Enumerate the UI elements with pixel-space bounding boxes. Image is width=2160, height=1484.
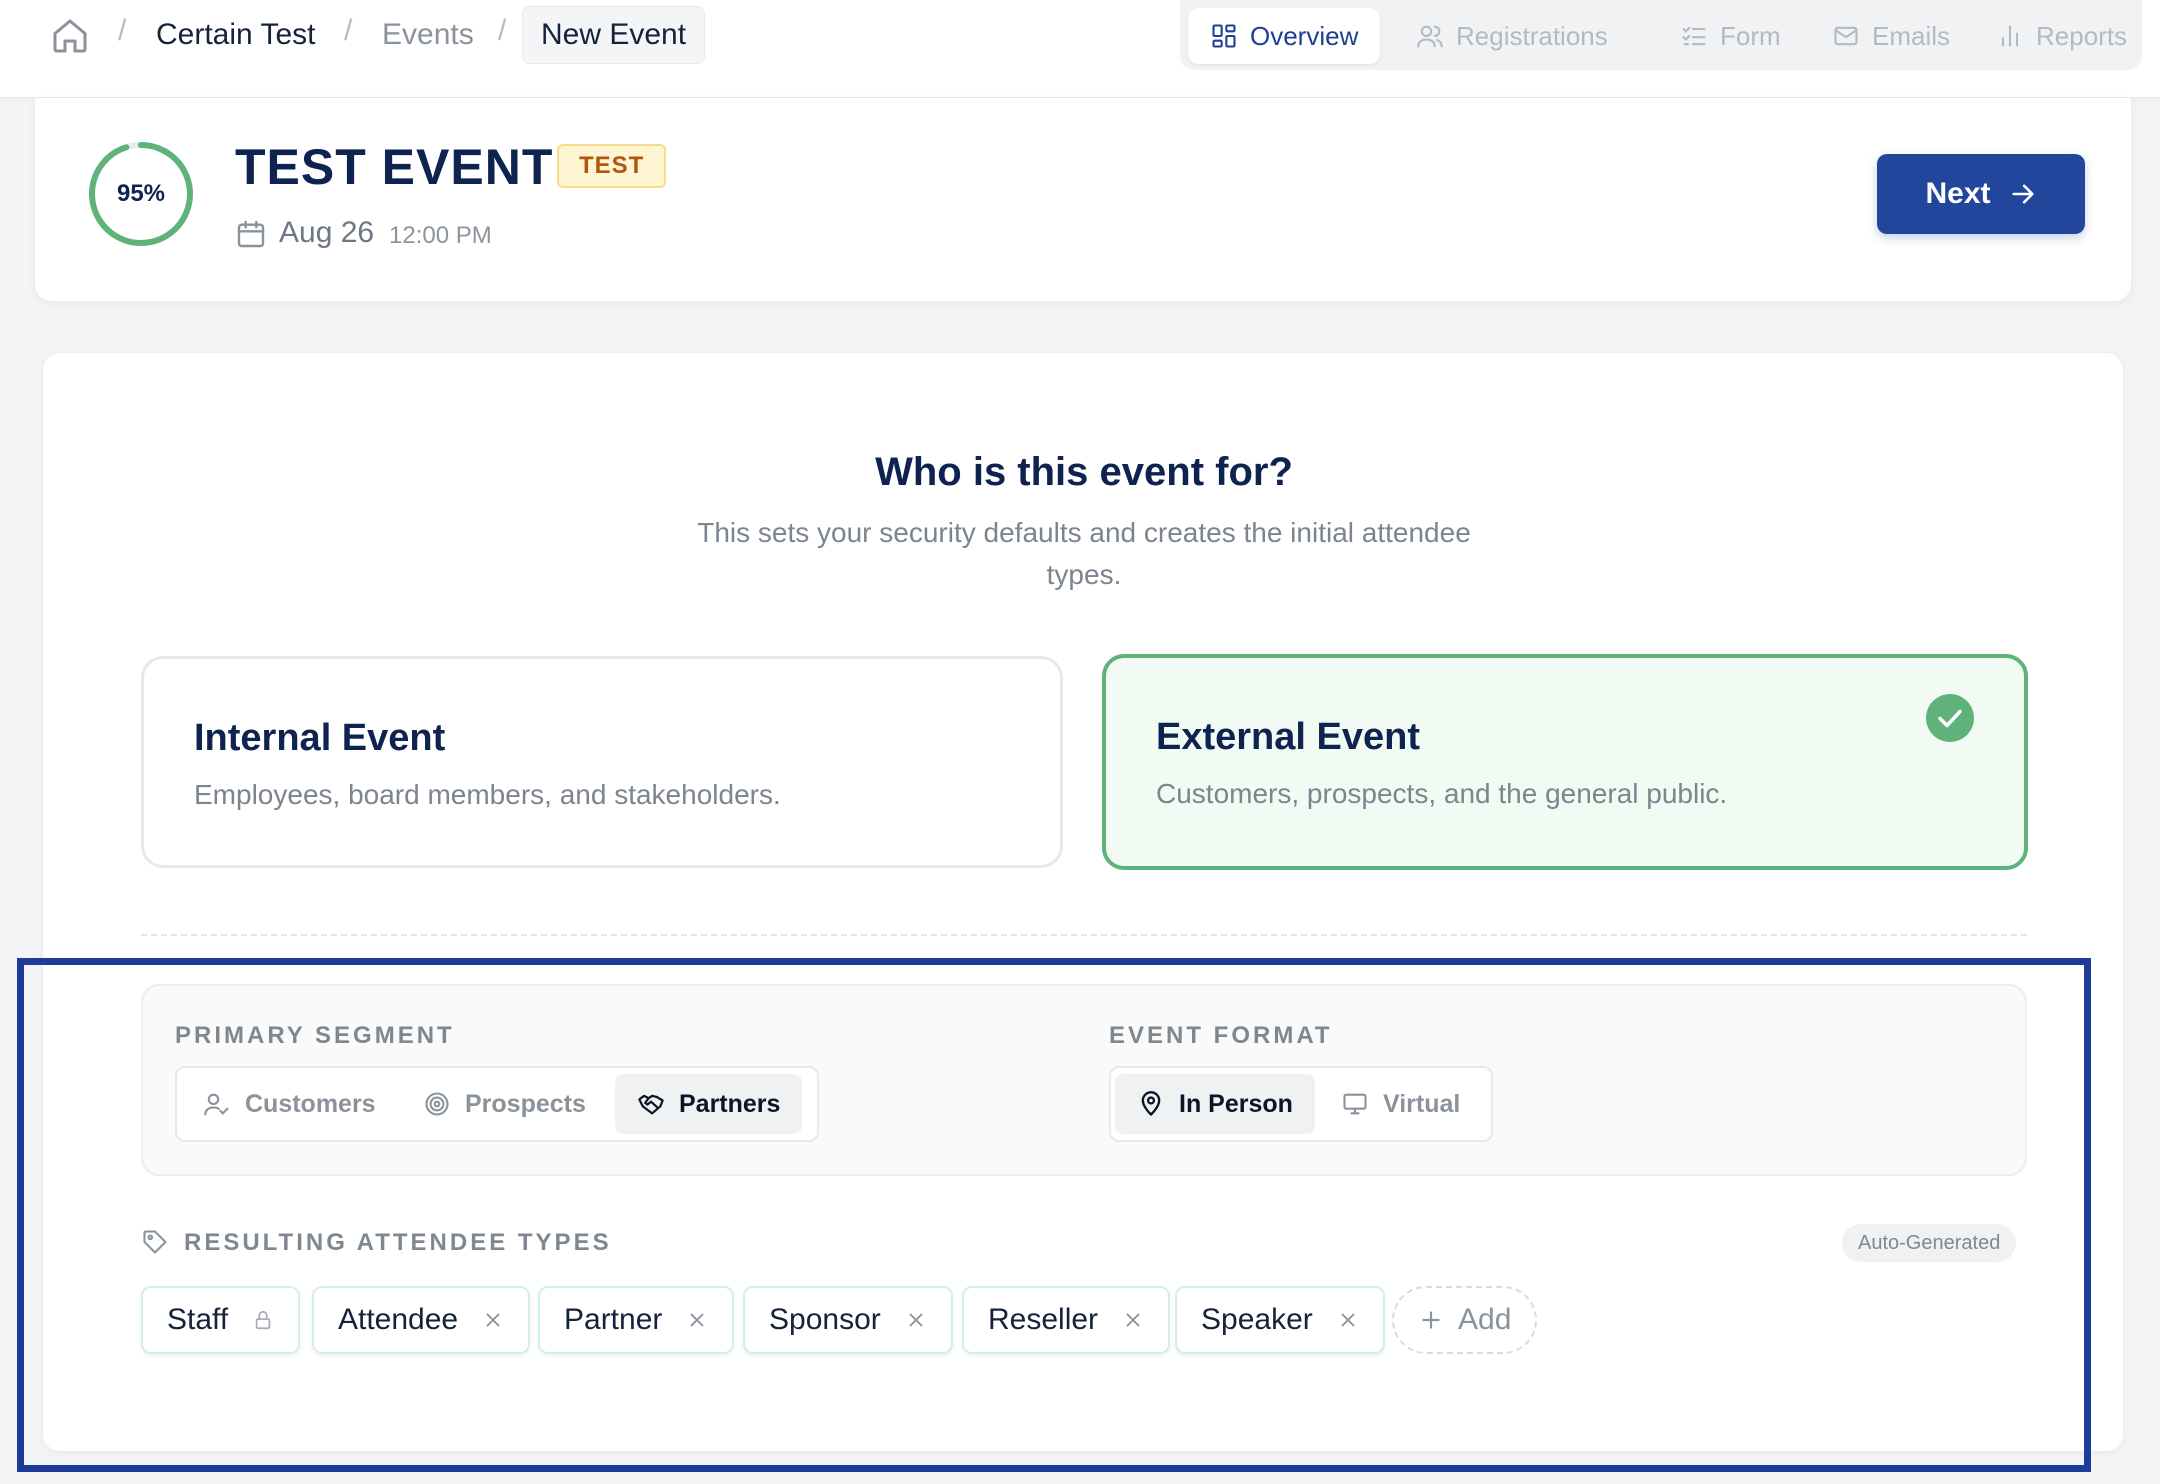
auto-generated-badge: Auto-Generated — [1842, 1224, 2017, 1262]
format-virtual[interactable]: Virtual — [1319, 1074, 1482, 1134]
option-description: Customers, prospects, and the general pu… — [1156, 778, 1728, 809]
next-button-label: Next — [1925, 177, 1991, 210]
users-icon — [1417, 25, 1443, 48]
arrow-right-icon — [2011, 184, 2034, 204]
attendee-type-chip: Partner — [538, 1286, 735, 1354]
breadcrumb-separator: / — [118, 14, 127, 47]
tab-label: Reports — [2036, 20, 2128, 51]
add-label: Add — [1458, 1303, 1512, 1336]
audience-subtitle: This sets your security defaults and cre… — [697, 517, 1471, 590]
event-date: Aug 26 — [279, 216, 375, 249]
internal-event-option[interactable]: Internal Event Employees, board members,… — [141, 656, 1063, 868]
lock-icon — [255, 1310, 271, 1330]
segment-label: Partners — [679, 1089, 781, 1118]
breadcrumb-certain-test[interactable]: Certain Test — [156, 18, 316, 52]
checklist-icon — [1682, 26, 1706, 46]
segment-prospects[interactable]: Prospects — [401, 1074, 608, 1134]
section-divider — [141, 934, 2027, 936]
format-in-person[interactable]: In Person — [1115, 1074, 1315, 1134]
tab-overview[interactable]: Overview — [1188, 8, 1381, 64]
monitor-icon — [1343, 1093, 1367, 1115]
chip-label: Attendee — [338, 1303, 459, 1336]
home-icon[interactable] — [50, 16, 90, 56]
chip-label: Speaker — [1201, 1303, 1313, 1336]
section-tabs: Overview Registrations Form Emails Repor… — [1180, 0, 2142, 70]
audience-question: Who is this event for? — [875, 450, 1293, 494]
mail-icon — [1834, 26, 1858, 46]
target-icon — [425, 1092, 449, 1116]
close-icon[interactable] — [1337, 1309, 1359, 1331]
primary-segment-label: PRIMARY SEGMENT — [175, 1022, 455, 1049]
attendee-type-chip: Reseller — [962, 1286, 1171, 1354]
grid-icon — [1212, 24, 1236, 48]
top-bar: / Certain Test / Events / New Event Over… — [0, 0, 2160, 98]
tab-label: Form — [1720, 20, 1781, 51]
attendee-type-chip: Staff — [141, 1286, 301, 1354]
event-title: TEST EVENT — [235, 139, 554, 195]
tab-emails[interactable]: Emails — [1810, 8, 1972, 64]
attendee-type-chip: Attendee — [312, 1286, 531, 1354]
external-event-option[interactable]: External Event Customers, prospects, and… — [1102, 654, 2028, 870]
close-icon[interactable] — [1122, 1309, 1144, 1331]
map-pin-icon — [1141, 1091, 1161, 1116]
resulting-attendee-types-label: RESULTING ATTENDEE TYPES — [184, 1229, 612, 1256]
chip-label: Partner — [564, 1303, 663, 1336]
next-button[interactable]: Next — [1877, 154, 2085, 234]
primary-segment-control: Customers Prospects Partners — [175, 1066, 819, 1142]
attendee-type-chip: Sponsor — [743, 1286, 953, 1354]
event-header-card: 95% TEST EVENT TEST Aug 26 12:00 PM Next — [34, 98, 2132, 302]
close-icon[interactable] — [482, 1309, 504, 1331]
tag-icon — [143, 1230, 167, 1254]
event-format-control: In Person Virtual — [1109, 1066, 1493, 1142]
bar-chart-icon — [2001, 25, 2019, 47]
format-label: In Person — [1179, 1089, 1293, 1118]
tab-label: Overview — [1250, 20, 1359, 51]
option-title: External Event — [1156, 716, 1420, 758]
tab-reports[interactable]: Reports — [1974, 8, 2149, 64]
user-check-icon — [204, 1093, 229, 1116]
breadcrumb-separator: / — [344, 14, 353, 47]
check-circle-icon — [1926, 694, 1974, 742]
segment-format-panel: PRIMARY SEGMENT Customers Prospects Part… — [141, 984, 2027, 1176]
breadcrumb-new-event[interactable]: New Event — [522, 6, 706, 64]
event-format-label: EVENT FORMAT — [1109, 1022, 1333, 1049]
close-icon[interactable] — [905, 1309, 927, 1331]
chip-label: Staff — [167, 1303, 229, 1336]
option-title: Internal Event — [194, 717, 446, 759]
segment-customers[interactable]: Customers — [181, 1074, 398, 1134]
event-time: 12:00 PM — [389, 222, 492, 249]
plus-icon — [1422, 1311, 1440, 1329]
tab-registrations[interactable]: Registrations — [1394, 8, 1630, 64]
test-badge: TEST — [557, 144, 667, 188]
breadcrumb-events[interactable]: Events — [382, 18, 474, 52]
tab-label: Emails — [1872, 20, 1951, 51]
option-description: Employees, board members, and stakeholde… — [194, 779, 781, 810]
breadcrumb-separator: / — [498, 14, 507, 47]
handshake-icon — [638, 1094, 664, 1115]
add-attendee-type-button[interactable]: Add — [1392, 1286, 1538, 1354]
segment-partners[interactable]: Partners — [615, 1074, 803, 1134]
completion-percent: 95% — [116, 180, 166, 207]
format-label: Virtual — [1383, 1089, 1461, 1118]
tab-form[interactable]: Form — [1658, 8, 1803, 64]
segment-label: Prospects — [465, 1089, 586, 1118]
calendar-icon — [237, 220, 265, 248]
chip-label: Reseller — [988, 1303, 1099, 1336]
segment-label: Customers — [245, 1089, 376, 1118]
attendee-type-chip: Speaker — [1175, 1286, 1385, 1354]
close-icon[interactable] — [686, 1309, 708, 1331]
tab-label: Registrations — [1456, 20, 1608, 51]
chip-label: Sponsor — [769, 1303, 881, 1336]
